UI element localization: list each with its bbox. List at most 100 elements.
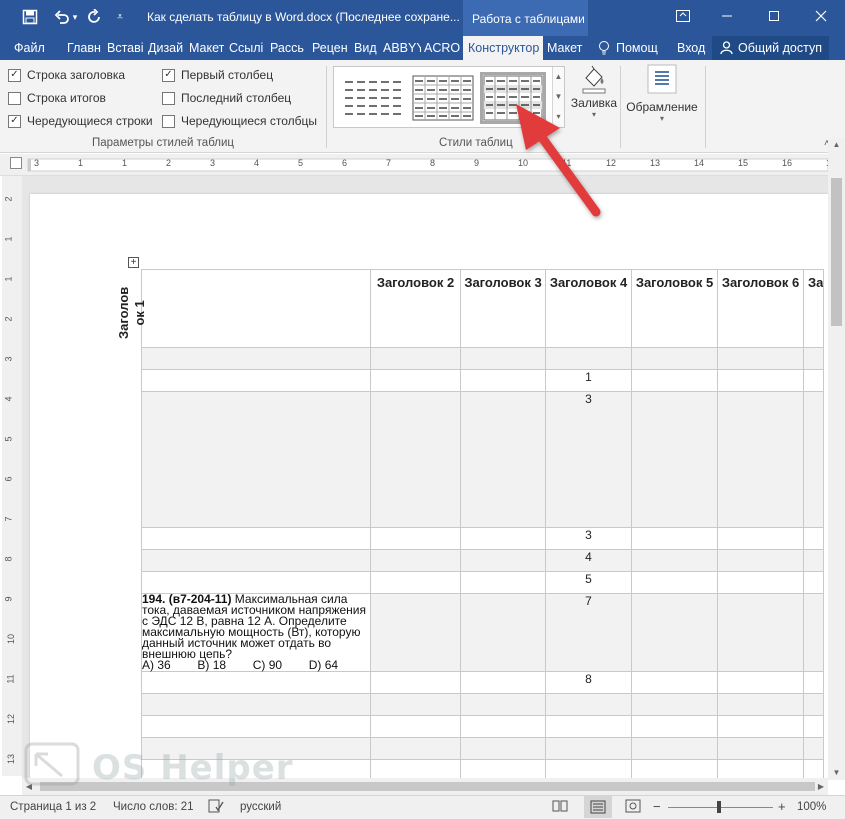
web-layout-icon[interactable] bbox=[625, 799, 641, 816]
document-table[interactable]: Заголов ок 1 Заголовок 2 Заголовок 3 Заг… bbox=[116, 269, 825, 780]
tab-layout[interactable]: Макет bbox=[189, 36, 224, 60]
table-cell[interactable] bbox=[460, 571, 546, 594]
table-cell[interactable] bbox=[141, 347, 371, 370]
last-column-checkbox[interactable]: Последний столбец bbox=[162, 91, 291, 105]
gallery-more-icon[interactable]: ▾ bbox=[553, 107, 564, 127]
scroll-down-icon[interactable]: ▼ bbox=[828, 766, 845, 780]
borders-button[interactable]: Обрамление ▾ bbox=[625, 64, 699, 123]
table-cell[interactable] bbox=[141, 369, 371, 392]
table-cell[interactable] bbox=[370, 759, 461, 780]
header-row-checkbox[interactable]: ✓ Строка заголовка bbox=[8, 68, 125, 82]
table-cell[interactable] bbox=[717, 593, 804, 672]
table-cell[interactable] bbox=[545, 759, 632, 780]
table-cell[interactable] bbox=[460, 549, 546, 572]
tab-selector-icon[interactable] bbox=[10, 157, 22, 169]
table-cell[interactable] bbox=[141, 527, 371, 550]
table-cell[interactable]: 1 bbox=[545, 369, 632, 392]
table-style-plain[interactable] bbox=[339, 72, 405, 124]
table-cell[interactable] bbox=[717, 391, 804, 528]
table-cell[interactable] bbox=[460, 347, 546, 370]
total-row-checkbox[interactable]: Строка итогов bbox=[8, 91, 106, 105]
undo-dropdown-icon[interactable]: ▾ bbox=[70, 6, 80, 28]
tab-view[interactable]: Вид bbox=[354, 36, 378, 60]
tab-table-design[interactable]: Конструктор bbox=[463, 36, 543, 60]
tab-acrobat[interactable]: ACRO bbox=[424, 36, 460, 60]
banded-rows-checkbox[interactable]: ✓ Чередующиеся строки bbox=[8, 114, 153, 128]
table-cell[interactable] bbox=[141, 549, 371, 572]
table-cell[interactable] bbox=[460, 369, 546, 392]
table-cell[interactable] bbox=[460, 593, 546, 672]
table-cell[interactable] bbox=[802, 593, 825, 672]
table-cell[interactable] bbox=[370, 693, 461, 716]
shading-button[interactable]: Заливка ▾ bbox=[569, 64, 619, 119]
table-cell[interactable] bbox=[802, 347, 825, 370]
table-cell[interactable] bbox=[802, 571, 825, 594]
share-button[interactable]: Общий доступ bbox=[712, 36, 829, 60]
maximize-icon[interactable] bbox=[759, 4, 789, 28]
table-cell[interactable] bbox=[370, 593, 461, 672]
tab-abbyy[interactable]: ABBYY bbox=[383, 36, 421, 60]
gallery-scrollbar[interactable]: ▲ ▼ ▾ bbox=[552, 67, 564, 127]
tab-review[interactable]: Рецен bbox=[312, 36, 350, 60]
table-cell[interactable] bbox=[370, 391, 461, 528]
table-cell[interactable]: 7 bbox=[545, 593, 632, 672]
word-count-status[interactable]: Число слов: 21 bbox=[113, 801, 194, 813]
tab-mailings[interactable]: Рассь bbox=[270, 36, 307, 60]
table-cell[interactable] bbox=[717, 527, 804, 550]
table-cell[interactable] bbox=[631, 593, 718, 672]
close-icon[interactable] bbox=[806, 4, 836, 28]
banded-columns-checkbox[interactable]: Чередующиеся столбцы bbox=[162, 114, 317, 128]
header-cell-4[interactable]: Заголовок 4 bbox=[545, 269, 632, 348]
table-cell[interactable] bbox=[370, 369, 461, 392]
table-cell[interactable] bbox=[717, 737, 804, 760]
table-cell[interactable] bbox=[631, 369, 718, 392]
table-style-grid[interactable] bbox=[410, 72, 476, 124]
table-cell[interactable] bbox=[717, 369, 804, 392]
table-cell[interactable] bbox=[631, 715, 718, 738]
table-cell[interactable] bbox=[802, 715, 825, 738]
table-cell[interactable]: 3 bbox=[545, 391, 632, 528]
table-cell[interactable] bbox=[460, 391, 546, 528]
table-cell[interactable] bbox=[802, 527, 825, 550]
table-cell[interactable] bbox=[631, 571, 718, 594]
table-cell[interactable] bbox=[717, 549, 804, 572]
tell-me-search[interactable]: Помощ bbox=[616, 36, 664, 60]
table-cell[interactable] bbox=[802, 549, 825, 572]
tab-home[interactable]: Главн bbox=[67, 36, 101, 60]
ribbon-display-options-icon[interactable] bbox=[668, 4, 698, 28]
table-cell[interactable] bbox=[717, 671, 804, 694]
table-cell[interactable] bbox=[717, 693, 804, 716]
table-cell[interactable] bbox=[460, 715, 546, 738]
header-cell-3[interactable]: Заголовок 3 bbox=[460, 269, 546, 348]
header-cell-2[interactable]: Заголовок 2 bbox=[370, 269, 461, 348]
vertical-scroll-thumb[interactable] bbox=[831, 178, 842, 326]
embedded-problem-image[interactable]: 194. (в7-204-11) Максимальная сила тока,… bbox=[141, 593, 371, 672]
table-cell[interactable] bbox=[717, 347, 804, 370]
table-cell[interactable] bbox=[802, 693, 825, 716]
minimize-icon[interactable] bbox=[712, 4, 742, 28]
tab-file[interactable]: Файл bbox=[14, 36, 50, 60]
table-cell[interactable] bbox=[460, 527, 546, 550]
table-cell[interactable] bbox=[141, 693, 371, 716]
table-cell[interactable] bbox=[370, 671, 461, 694]
header-cell-1[interactable]: Заголов ок 1 bbox=[116, 269, 371, 348]
tab-references[interactable]: Ссылі bbox=[229, 36, 265, 60]
table-cell[interactable] bbox=[631, 759, 718, 780]
vertical-scrollbar[interactable]: ▲ ▼ bbox=[828, 138, 845, 780]
table-cell[interactable] bbox=[545, 693, 632, 716]
table-cell[interactable] bbox=[545, 737, 632, 760]
table-cell[interactable]: 3 bbox=[545, 527, 632, 550]
horizontal-ruler[interactable]: 311234567891011121314151617 bbox=[0, 154, 845, 176]
table-cell[interactable] bbox=[717, 759, 804, 780]
first-column-checkbox[interactable]: ✓ Первый столбец bbox=[162, 68, 273, 82]
table-cell[interactable] bbox=[802, 391, 825, 528]
header-cell-7[interactable]: За bbox=[802, 269, 825, 348]
table-cell[interactable]: 8 bbox=[545, 671, 632, 694]
tab-insert[interactable]: Вставі bbox=[107, 36, 143, 60]
table-cell[interactable] bbox=[631, 527, 718, 550]
document-page[interactable]: + Заголов ок 1 Заголовок 2 Заголовок 3 З… bbox=[30, 194, 828, 780]
tab-table-layout[interactable]: Макет bbox=[547, 36, 587, 60]
redo-icon[interactable] bbox=[84, 6, 106, 28]
table-cell[interactable] bbox=[141, 715, 371, 738]
scroll-right-icon[interactable]: ▶ bbox=[814, 778, 828, 795]
